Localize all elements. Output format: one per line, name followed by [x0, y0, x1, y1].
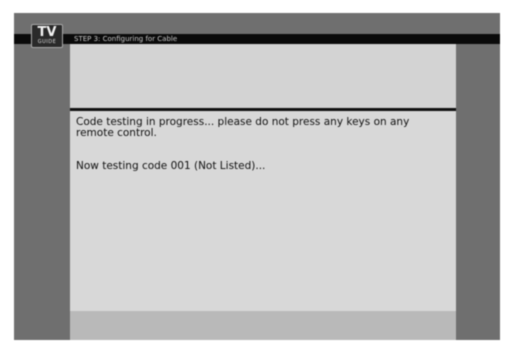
- content-panel: Code testing in progress... please do no…: [70, 44, 456, 340]
- logo-subtext: GUIDE: [37, 39, 57, 45]
- info-area: [70, 44, 456, 108]
- tv-guide-logo: TV GUIDE: [31, 24, 63, 48]
- status-message: Now testing code 001 (Not Listed)...: [76, 160, 266, 172]
- tv-screen: TV GUIDE STEP 3: Configuring for Cable C…: [14, 13, 500, 340]
- progress-message: Code testing in progress... please do no…: [76, 116, 410, 139]
- logo-text: TV: [37, 25, 57, 40]
- footer-bar: [70, 311, 456, 340]
- divider: [70, 108, 456, 111]
